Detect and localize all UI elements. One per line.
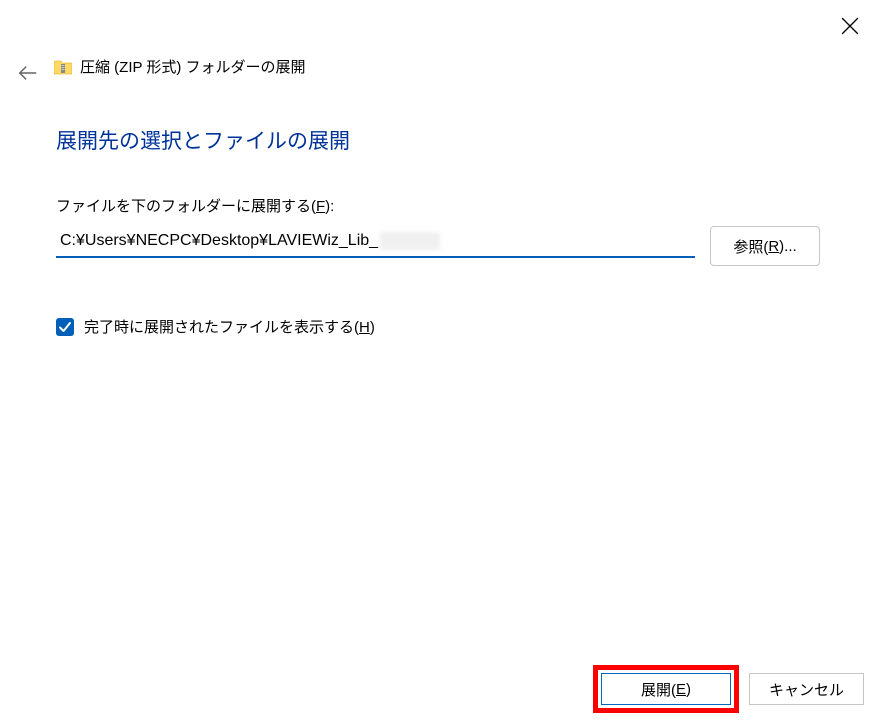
back-button[interactable] xyxy=(15,60,41,86)
zip-folder-icon xyxy=(54,59,72,75)
extract-button[interactable]: 展開(E) xyxy=(601,673,731,705)
destination-path-input[interactable]: C:¥Users¥NECPC¥Desktop¥LAVIEWiz_Lib_ xyxy=(56,226,695,258)
wizard-title-area: 圧縮 (ZIP 形式) フォルダーの展開 xyxy=(54,56,306,77)
path-blurred-suffix xyxy=(380,232,440,250)
close-icon xyxy=(841,17,859,35)
wizard-title: 圧縮 (ZIP 形式) フォルダーの展開 xyxy=(80,56,306,77)
cancel-button[interactable]: キャンセル xyxy=(749,673,864,705)
checkmark-icon xyxy=(58,320,72,334)
destination-path-text: C:¥Users¥NECPC¥Desktop¥LAVIEWiz_Lib_ xyxy=(60,232,378,250)
highlight-frame: 展開(E) xyxy=(593,665,739,713)
dialog-footer: 展開(E) キャンセル xyxy=(593,665,864,713)
show-files-checkbox[interactable] xyxy=(56,318,74,336)
close-button[interactable] xyxy=(838,14,862,38)
destination-label: ファイルを下のフォルダーに展開する(F): xyxy=(56,195,820,216)
page-heading: 展開先の選択とファイルの展開 xyxy=(56,125,820,155)
show-files-checkbox-label: 完了時に展開されたファイルを表示する(H) xyxy=(84,316,375,337)
arrow-left-icon xyxy=(17,62,39,84)
browse-button[interactable]: 参照(R)... xyxy=(710,226,820,266)
